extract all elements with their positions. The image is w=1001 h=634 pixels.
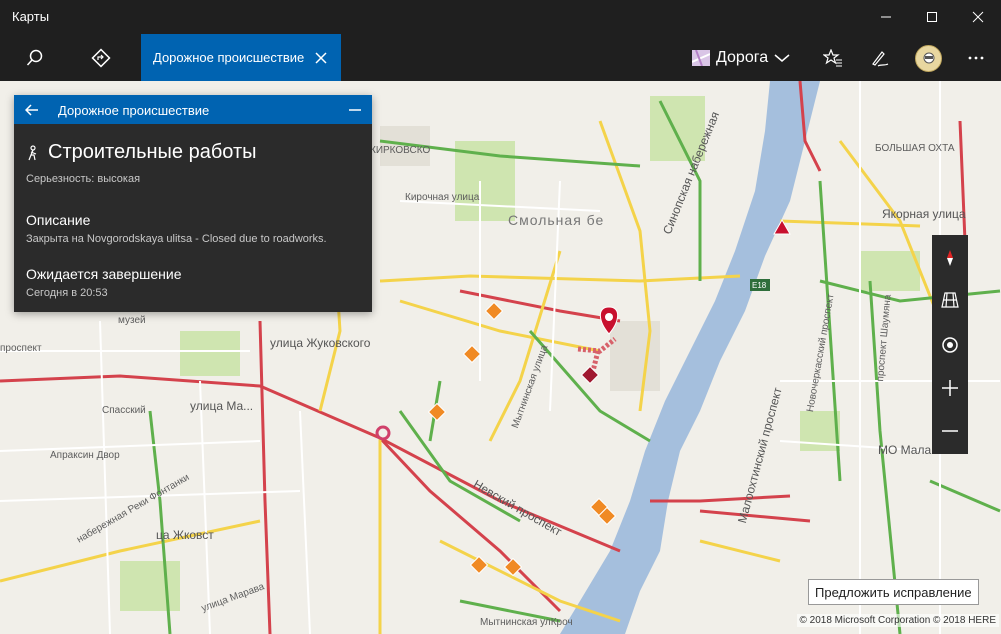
map-style-label: Дорога xyxy=(716,48,769,66)
map-label: улица Ма... xyxy=(190,399,254,413)
map-label: музей xyxy=(118,315,146,326)
incident-severity: Серьезность: высокая xyxy=(26,173,141,185)
location-target-icon xyxy=(942,337,958,353)
favorites-button[interactable] xyxy=(810,34,856,81)
map-controls xyxy=(932,235,968,454)
user-avatar-icon xyxy=(923,52,934,63)
construction-incident-icon[interactable] xyxy=(462,344,482,364)
title-bar: Карты xyxy=(0,0,1001,34)
description-heading: Описание xyxy=(26,212,91,228)
minimize-icon xyxy=(881,16,891,18)
search-button[interactable] xyxy=(12,34,58,81)
minimize-button[interactable] xyxy=(863,0,909,34)
map-label: Смольная бе xyxy=(508,212,605,228)
minimize-icon xyxy=(349,108,361,111)
map-label: проспект xyxy=(0,343,42,354)
copyright-text: © 2018 Microsoft Corporation © 2018 HERE xyxy=(796,614,999,627)
compass-icon xyxy=(947,250,953,266)
block-area xyxy=(610,321,660,391)
buildings-3d-icon xyxy=(941,292,959,308)
close-icon xyxy=(315,51,327,64)
avatar[interactable] xyxy=(915,45,942,72)
construction-incident-icon[interactable] xyxy=(427,402,447,422)
tab-label: Дорожное происшествие xyxy=(153,50,305,65)
closed-road-segment xyxy=(590,350,601,372)
toolbar: Дорожное происшествие Дорога xyxy=(0,34,1001,81)
map-style-dropdown[interactable]: Дорога xyxy=(692,34,790,81)
map-label: Мытнинская улКроч xyxy=(480,617,573,628)
panel-header: Дорожное происшествие xyxy=(14,95,372,124)
back-button[interactable] xyxy=(22,95,42,124)
maximize-icon xyxy=(927,12,937,22)
incident-title: Строительные работы xyxy=(48,141,257,163)
completion-text: Сегодня в 20:53 xyxy=(26,287,108,299)
directions-icon xyxy=(91,47,111,68)
map-label: Апраксин Двор xyxy=(50,450,120,461)
zoom-in-button[interactable] xyxy=(932,368,968,408)
construction-incident-icon[interactable] xyxy=(484,301,504,321)
more-icon xyxy=(968,56,984,59)
panel-header-title: Дорожное происшествие xyxy=(58,103,210,118)
completion-heading: Ожидается завершение xyxy=(26,266,182,282)
search-icon xyxy=(26,49,43,66)
chevron-down-icon xyxy=(774,53,790,62)
close-window-button[interactable] xyxy=(955,0,1001,34)
3d-view-button[interactable] xyxy=(932,280,968,320)
map-label: БОЛЬШАЯ ОХТА xyxy=(875,143,955,154)
suggest-correction-button[interactable]: Предложить исправление xyxy=(808,579,979,605)
my-location-button[interactable] xyxy=(932,325,968,365)
construction-worker-icon xyxy=(28,144,37,160)
park-area xyxy=(180,331,240,376)
ink-icon xyxy=(872,50,889,67)
selected-incident-icon[interactable] xyxy=(580,365,600,385)
favorites-icon xyxy=(823,48,842,66)
more-button[interactable] xyxy=(953,34,999,81)
ink-button[interactable] xyxy=(857,34,903,81)
description-text: Закрыта на Novgorodskaya ulitsa - Closed… xyxy=(26,233,327,245)
plus-icon xyxy=(942,380,958,396)
map-label: ца Жковст xyxy=(156,528,214,542)
maximize-button[interactable] xyxy=(909,0,955,34)
close-icon xyxy=(972,11,984,23)
map-label: КИРКОВСКО xyxy=(370,145,431,156)
incident-details-panel: Дорожное происшествие Строительные работ… xyxy=(14,95,372,312)
app-title: Карты xyxy=(12,9,50,24)
directions-button[interactable] xyxy=(78,34,124,81)
map-label: Кирочная улица xyxy=(405,192,480,203)
road-map-icon xyxy=(692,49,710,66)
minus-icon xyxy=(942,430,958,432)
map-label: Спасский xyxy=(102,405,146,416)
metro-station-marker xyxy=(375,425,391,441)
park-area xyxy=(120,561,180,611)
zoom-out-button[interactable] xyxy=(932,411,968,451)
incident-title-row: Строительные работы xyxy=(26,141,257,164)
panel-minimize-button[interactable] xyxy=(344,95,366,124)
back-arrow-icon xyxy=(25,103,38,116)
tab-traffic-incident[interactable]: Дорожное происшествие xyxy=(141,34,341,81)
tab-close-button[interactable] xyxy=(307,34,335,81)
e18-label: E18 xyxy=(752,281,767,290)
map-label: улица Жуковского xyxy=(270,336,371,350)
map-label: Якорная улица xyxy=(882,207,966,221)
compass-button[interactable] xyxy=(932,238,968,278)
